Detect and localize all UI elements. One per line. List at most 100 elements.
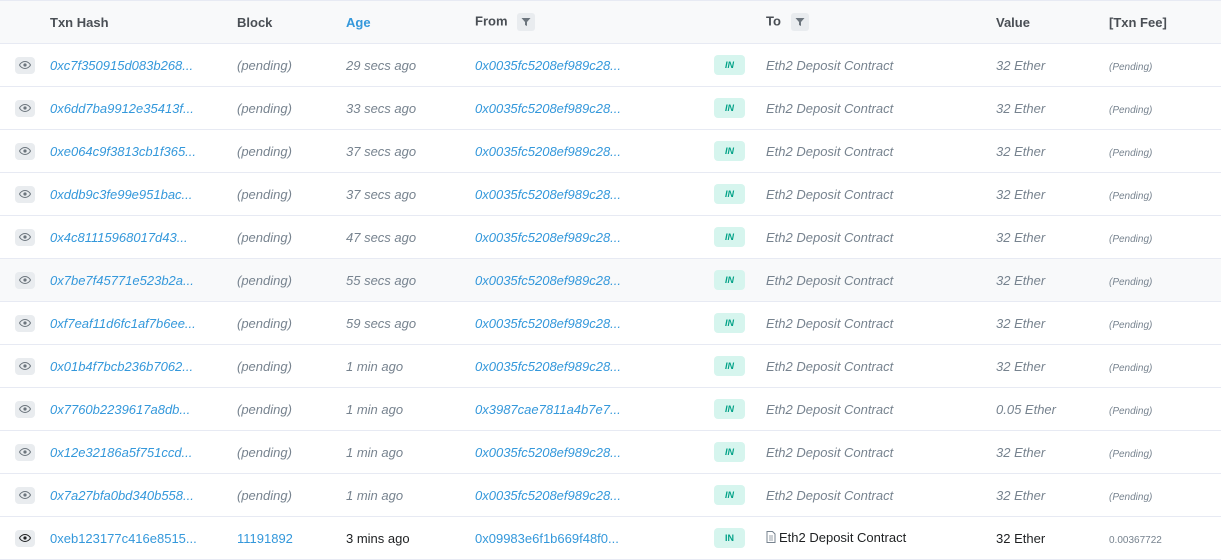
- header-from-label: From: [475, 13, 508, 29]
- to-contract-name: Eth2 Deposit Contract: [766, 401, 894, 417]
- to-contract-name: Eth2 Deposit Contract: [766, 229, 894, 245]
- to-contract-name: Eth2 Deposit Contract: [766, 143, 894, 159]
- eye-icon[interactable]: [15, 99, 35, 117]
- txn-fee-value: (Pending): [1109, 362, 1153, 374]
- table-header: Txn Hash Block Age From To Value [Txn Fe…: [0, 0, 1221, 44]
- value-amount: 32 Ether: [996, 487, 1046, 503]
- view-cell: [0, 56, 50, 74]
- value-amount: 0.05 Ether: [996, 401, 1056, 417]
- eye-icon[interactable]: [15, 486, 35, 504]
- block-value: (pending): [237, 57, 292, 73]
- table-row: 0x7a27bfa0bd340b558... (pending) 1 min ago…: [0, 474, 1221, 517]
- table-row: 0x4c81115968017d43... (pending) 47 secs ag…: [0, 216, 1221, 259]
- age-value: 3 mins ago: [346, 530, 410, 546]
- block-value[interactable]: 11191892: [237, 531, 293, 546]
- txn-fee-value: (Pending): [1109, 405, 1153, 417]
- value-amount: 32 Ether: [996, 229, 1046, 245]
- direction-badge: IN: [714, 313, 745, 333]
- table-row: 0xc7f350915d083b268... (pending) 29 secs a…: [0, 44, 1221, 87]
- header-age[interactable]: Age: [346, 15, 475, 30]
- to-contract-name: Eth2 Deposit Contract: [766, 186, 894, 202]
- age-value: 37 secs ago: [346, 143, 417, 159]
- to-contract-name[interactable]: Eth2 Deposit Contract: [779, 530, 906, 545]
- eye-icon[interactable]: [15, 443, 35, 461]
- table-row: 0xe064c9f3813cb1f365... (pending) 37 secs …: [0, 130, 1221, 173]
- from-address-link[interactable]: 0x0035fc5208ef989c28...: [475, 58, 621, 73]
- from-address-link[interactable]: 0x09983e6f1b669f48f0...: [475, 531, 619, 546]
- value-amount: 32 Ether: [996, 143, 1046, 159]
- block-value: (pending): [237, 358, 292, 374]
- table-body: 0xc7f350915d083b268... (pending) 29 secs a…: [0, 44, 1221, 560]
- txn-hash-link[interactable]: 0x7760b2239617a8db...: [50, 402, 190, 417]
- txn-hash-link[interactable]: 0x4c81115968017d43...: [50, 230, 188, 245]
- txn-hash-link[interactable]: 0xf7eaf11d6fc1af7b6ee...: [50, 316, 196, 331]
- direction-badge: IN: [714, 184, 745, 204]
- value-amount: 32 Ether: [996, 100, 1046, 116]
- txn-hash-link[interactable]: 0xeb123177c416e8515...: [50, 531, 197, 546]
- to-contract-name: Eth2 Deposit Contract: [766, 57, 894, 73]
- eye-icon[interactable]: [15, 185, 35, 203]
- view-cell: [0, 357, 50, 375]
- header-txn-hash: Txn Hash: [50, 14, 109, 30]
- table-row: 0x7be7f45771e523b2a... (pending) 55 secs a…: [0, 259, 1221, 302]
- document-icon: [766, 531, 776, 546]
- to-contract-name: Eth2 Deposit Contract: [766, 444, 894, 460]
- header-value: Value: [996, 14, 1030, 30]
- from-address-link[interactable]: 0x0035fc5208ef989c28...: [475, 359, 621, 374]
- txn-hash-link[interactable]: 0xe064c9f3813cb1f365...: [50, 144, 196, 159]
- txn-fee-value: (Pending): [1109, 61, 1153, 73]
- to-contract-name: Eth2 Deposit Contract: [766, 272, 894, 288]
- txn-hash-link[interactable]: 0x7a27bfa0bd340b558...: [50, 488, 194, 503]
- block-value: (pending): [237, 143, 292, 159]
- eye-icon[interactable]: [15, 56, 35, 74]
- to-contract-name: Eth2 Deposit Contract: [766, 358, 894, 374]
- view-cell: [0, 486, 50, 504]
- txn-hash-link[interactable]: 0x12e32186a5f751ccd...: [50, 445, 192, 460]
- eye-icon[interactable]: [15, 400, 35, 418]
- block-value: (pending): [237, 229, 292, 245]
- header-to-label: To: [766, 13, 781, 29]
- block-value: (pending): [237, 272, 292, 288]
- from-address-link[interactable]: 0x0035fc5208ef989c28...: [475, 230, 621, 245]
- filter-icon[interactable]: [790, 13, 809, 31]
- age-value: 1 min ago: [346, 401, 404, 417]
- from-address-link[interactable]: 0x0035fc5208ef989c28...: [475, 273, 621, 288]
- txn-hash-link[interactable]: 0x01b4f7bcb236b7062...: [50, 359, 193, 374]
- age-value: 1 min ago: [346, 444, 404, 460]
- value-amount: 32 Ether: [996, 530, 1046, 546]
- txn-fee-value: 0.00367722: [1109, 534, 1162, 546]
- txn-hash-link[interactable]: 0x6dd7ba9912e35413f...: [50, 101, 194, 116]
- view-cell: [0, 400, 50, 418]
- from-address-link[interactable]: 0x0035fc5208ef989c28...: [475, 488, 621, 503]
- block-value: (pending): [237, 100, 292, 116]
- direction-badge: IN: [714, 356, 745, 376]
- txn-fee-value: (Pending): [1109, 233, 1153, 245]
- eye-icon[interactable]: [15, 314, 35, 332]
- header-from: From: [475, 13, 714, 31]
- from-address-link[interactable]: 0x0035fc5208ef989c28...: [475, 316, 621, 331]
- from-address-link[interactable]: 0x0035fc5208ef989c28...: [475, 101, 621, 116]
- eye-icon[interactable]: [15, 271, 35, 289]
- eye-icon[interactable]: [15, 142, 35, 160]
- view-cell: [0, 99, 50, 117]
- from-address-link[interactable]: 0x0035fc5208ef989c28...: [475, 187, 621, 202]
- direction-badge: IN: [714, 528, 745, 548]
- table-row: 0x6dd7ba9912e35413f... (pending) 33 secs a…: [0, 87, 1221, 130]
- value-amount: 32 Ether: [996, 272, 1046, 288]
- eye-icon[interactable]: [15, 357, 35, 375]
- to-contract-name: Eth2 Deposit Contract: [766, 100, 894, 116]
- direction-badge: IN: [714, 270, 745, 290]
- eye-icon[interactable]: [15, 529, 35, 547]
- from-address-link[interactable]: 0x0035fc5208ef989c28...: [475, 144, 621, 159]
- filter-icon[interactable]: [517, 13, 536, 31]
- from-address-link[interactable]: 0x0035fc5208ef989c28...: [475, 445, 621, 460]
- block-value: (pending): [237, 487, 292, 503]
- direction-badge: IN: [714, 141, 745, 161]
- from-address-link[interactable]: 0x3987cae7811a4b7e7...: [475, 402, 621, 417]
- eye-icon[interactable]: [15, 228, 35, 246]
- txn-hash-link[interactable]: 0x7be7f45771e523b2a...: [50, 273, 194, 288]
- txn-fee-value: (Pending): [1109, 147, 1153, 159]
- txn-hash-link[interactable]: 0xc7f350915d083b268...: [50, 58, 193, 73]
- value-amount: 32 Ether: [996, 358, 1046, 374]
- txn-hash-link[interactable]: 0xddb9c3fe99e951bac...: [50, 187, 192, 202]
